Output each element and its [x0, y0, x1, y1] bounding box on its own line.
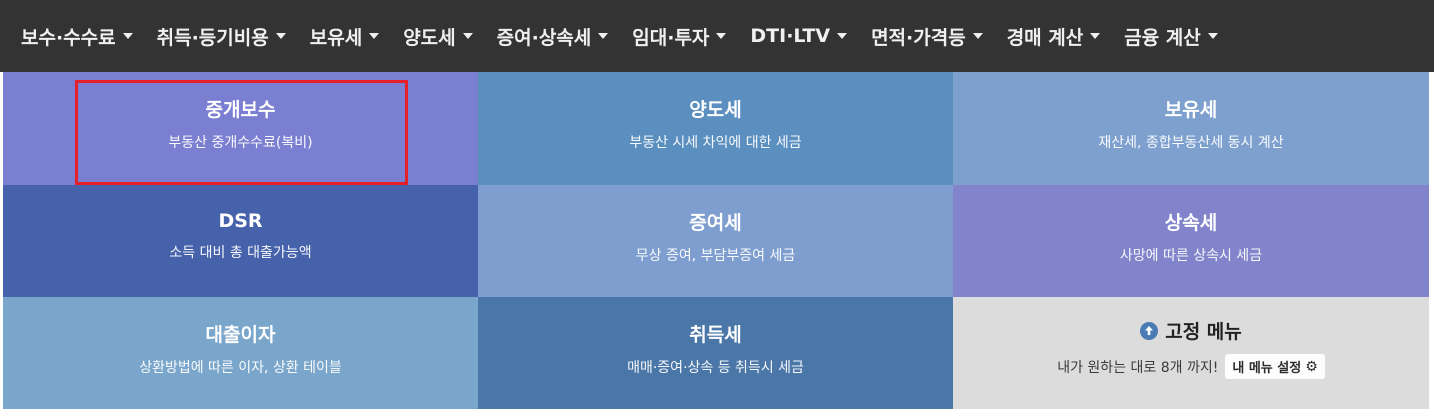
- tile-title: 대출이자: [205, 323, 276, 346]
- nav-label: 보수·수수료: [21, 26, 116, 49]
- settings-button-label: 내 메뉴 설정: [1232, 361, 1302, 376]
- tile-desc: 무상 증여, 부담부증여 세금: [635, 247, 796, 264]
- nav-transfer-tax[interactable]: 양도세: [393, 0, 486, 72]
- chevron-down-icon: [369, 33, 380, 39]
- tile-inheritance-tax[interactable]: 상속세 사망에 따른 상속시 세금: [953, 185, 1429, 297]
- tile-desc: 재산세, 종합부동산세 동시 계산: [1098, 135, 1284, 151]
- tile-title: 상속세: [1164, 211, 1218, 234]
- tile-brokerage-fee[interactable]: 중개보수 부동산 중개수수료(복비): [3, 72, 478, 185]
- tile-gift-tax[interactable]: 증여세 무상 증여, 부담부증여 세금: [478, 185, 953, 297]
- nav-label: 증여·상속세: [496, 26, 592, 49]
- tile-title: 양도세: [689, 99, 742, 121]
- tile-title: DSR: [218, 210, 263, 232]
- nav-acquisition[interactable]: 취득·등기비용: [147, 0, 300, 72]
- nav-label: 금융 계산: [1124, 26, 1201, 49]
- tile-dsr[interactable]: DSR 소득 대비 총 대출가능액: [3, 185, 478, 297]
- tile-desc: 사망에 따른 상속시 세금: [1119, 247, 1263, 264]
- nav-label: DTI·LTV: [750, 25, 831, 47]
- chevron-down-icon: [462, 33, 473, 39]
- tile-desc: 부동산 시세 차익에 대한 세금: [629, 135, 802, 151]
- tile-holding-tax[interactable]: 보유세 재산세, 종합부동산세 동시 계산: [953, 72, 1429, 185]
- fixed-menu-desc-text: 내가 원하는 대로 8개 까지!: [1057, 359, 1219, 376]
- tile-acquisition-tax[interactable]: 취득세 매매·증여·상속 등 취득시 세금: [478, 297, 953, 409]
- chevron-down-icon: [1207, 33, 1218, 39]
- chevron-down-icon: [122, 33, 133, 39]
- nav-label: 취득·등기비용: [156, 26, 269, 49]
- fixed-menu-title-text: 고정 메뉴: [1165, 321, 1242, 343]
- nav-label: 경매 계산: [1006, 26, 1084, 49]
- nav-area-price[interactable]: 면적·가격등: [861, 0, 997, 72]
- chevron-down-icon: [1090, 33, 1101, 39]
- chevron-down-icon: [837, 33, 848, 39]
- chevron-down-icon: [716, 33, 727, 39]
- nav-fees[interactable]: 보수·수수료: [11, 0, 147, 72]
- tile-title: 중개보수: [205, 99, 276, 121]
- chevron-down-icon: [972, 33, 983, 39]
- tile-desc: 상환방법에 따른 이자, 상환 테이블: [139, 359, 342, 376]
- nav-label: 양도세: [403, 26, 456, 49]
- nav-finance[interactable]: 금융 계산: [1114, 0, 1232, 72]
- chevron-down-icon: [275, 33, 286, 39]
- nav-rental-invest[interactable]: 임대·투자: [622, 0, 740, 72]
- tile-title: 증여세: [689, 211, 742, 234]
- my-menu-settings-button[interactable]: 내 메뉴 설정 ⚙: [1225, 354, 1325, 379]
- nav-gift-inheritance[interactable]: 증여·상속세: [487, 0, 623, 72]
- tile-fixed-menu: 고정 메뉴 내가 원하는 대로 8개 까지! 내 메뉴 설정 ⚙: [953, 297, 1429, 409]
- tile-title: 보유세: [1164, 99, 1218, 121]
- gear-icon: ⚙: [1305, 358, 1318, 375]
- nav-label: 보유세: [309, 26, 363, 49]
- fixed-menu-title: 고정 메뉴: [1140, 317, 1242, 344]
- tile-title: 취득세: [689, 323, 742, 346]
- arrow-up-circle-icon: [1140, 321, 1159, 340]
- nav-holding-tax[interactable]: 보유세: [300, 0, 393, 72]
- chevron-down-icon: [598, 33, 609, 39]
- nav-label: 임대·투자: [632, 26, 710, 49]
- top-navbar: 보수·수수료 취득·등기비용 보유세 양도세 증여·상속세 임대·투자 DTI·…: [0, 0, 1434, 72]
- tile-desc: 소득 대비 총 대출가능액: [169, 245, 312, 261]
- fixed-menu-desc: 내가 원하는 대로 8개 까지! 내 메뉴 설정 ⚙: [1057, 354, 1325, 379]
- tile-desc: 부동산 중개수수료(복비): [168, 135, 313, 151]
- tile-desc: 매매·증여·상속 등 취득시 세금: [627, 359, 804, 376]
- tile-transfer-tax[interactable]: 양도세 부동산 시세 차익에 대한 세금: [478, 72, 953, 185]
- nav-label: 면적·가격등: [871, 26, 966, 49]
- nav-dti-ltv[interactable]: DTI·LTV: [740, 0, 861, 72]
- nav-auction[interactable]: 경매 계산: [997, 0, 1115, 72]
- tile-loan-interest[interactable]: 대출이자 상환방법에 따른 이자, 상환 테이블: [3, 297, 478, 409]
- calculator-grid: 중개보수 부동산 중개수수료(복비) 양도세 부동산 시세 차익에 대한 세금 …: [3, 72, 1429, 409]
